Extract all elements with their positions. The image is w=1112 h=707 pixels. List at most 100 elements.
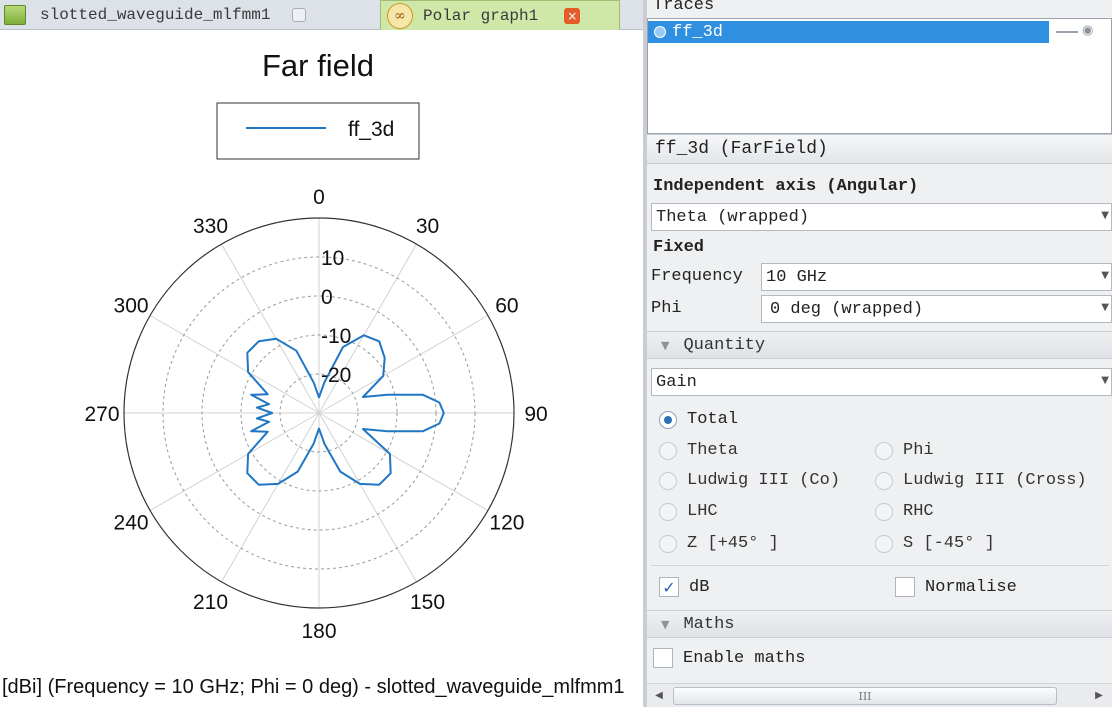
radio-indicator xyxy=(875,502,893,521)
horizontal-scrollbar[interactable]: ◀ III ▶ xyxy=(647,683,1112,707)
radio-ludwig-cross[interactable]: Ludwig III (Cross) xyxy=(875,471,1087,490)
radio-label: LHC xyxy=(687,502,718,521)
normalise-checkbox[interactable]: Normalise xyxy=(895,577,1017,597)
radial-tick-label: 10 xyxy=(321,247,344,270)
angle-gridline xyxy=(149,315,320,414)
angle-tick-label: 300 xyxy=(114,295,149,318)
radio-label: RHC xyxy=(903,502,934,521)
frequency-label: Frequency xyxy=(651,267,743,286)
angle-tick-label: 210 xyxy=(193,591,228,614)
radio-rhc[interactable]: RHC xyxy=(875,502,934,521)
angle-tick-label: 60 xyxy=(495,295,518,318)
radio-label: S [-45° ] xyxy=(903,534,995,553)
angle-gridline xyxy=(221,243,320,414)
legend: ff_3d xyxy=(216,102,420,160)
maths-header-label: Maths xyxy=(683,614,735,634)
angle-tick-label: 330 xyxy=(193,215,228,238)
graph-info-line: [dBi] (Frequency = 10 GHz; Phi = 0 deg) … xyxy=(2,676,625,698)
dropdown-arrow-icon: ▼ xyxy=(1101,302,1109,313)
close-tab-icon[interactable]: × xyxy=(564,7,581,24)
checkbox-box xyxy=(895,577,915,597)
tab-label: Polar graph1 xyxy=(423,6,539,25)
trace-name: ff_3d xyxy=(672,22,724,42)
independent-axis-label: Independent axis (Angular) xyxy=(653,177,919,196)
db-checkbox[interactable]: ✓ dB xyxy=(659,577,709,597)
radio-total[interactable]: Total xyxy=(659,410,738,429)
collapse-arrow-icon: ▼ xyxy=(661,617,670,631)
phi-label: Phi xyxy=(651,299,682,318)
quantity-value: Gain xyxy=(656,372,697,392)
tab-label: slotted_waveguide_mlfmm1 xyxy=(40,6,271,24)
phi-select[interactable]: 0 deg (wrapped) ▼ xyxy=(761,295,1112,323)
radio-z45[interactable]: Z [+45° ] xyxy=(659,534,779,553)
radio-label: Theta xyxy=(687,441,739,460)
traces-list: ff_3d ◉ xyxy=(647,18,1112,134)
trace-marker-icon xyxy=(654,26,666,38)
fixed-label: Fixed xyxy=(653,238,705,257)
visibility-eye-icon[interactable]: ◉ xyxy=(1082,23,1093,38)
radio-theta[interactable]: Theta xyxy=(659,441,738,460)
scroll-grip-icon: III xyxy=(858,689,872,703)
checkbox-label: Enable maths xyxy=(683,648,806,668)
angle-tick-label: 0 xyxy=(313,186,325,209)
close-tab-icon[interactable] xyxy=(292,8,307,22)
trace-line-style-icon xyxy=(1056,31,1078,33)
dropdown-arrow-icon: ▼ xyxy=(1101,375,1109,386)
angle-tick-label: 120 xyxy=(489,512,524,535)
radio-s45[interactable]: S [-45° ] xyxy=(875,534,995,553)
radial-tick-label: -20 xyxy=(321,364,351,387)
checkbox-box xyxy=(653,648,673,668)
divider xyxy=(651,565,1109,566)
radio-ludwig-co[interactable]: Ludwig III (Co) xyxy=(659,471,840,490)
radio-label: Phi xyxy=(903,441,934,460)
collapse-arrow-icon: ▼ xyxy=(661,338,670,352)
quantity-select[interactable]: Gain ▼ xyxy=(651,368,1112,396)
tab-slotted-waveguide[interactable]: slotted_waveguide_mlfmm1 xyxy=(0,0,378,30)
trace-section-title: ff_3d (FarField) xyxy=(647,134,1112,164)
angle-tick-label: 180 xyxy=(301,620,336,643)
radio-lhc[interactable]: LHC xyxy=(659,502,718,521)
radial-tick-label: -10 xyxy=(321,325,351,348)
angle-gridline xyxy=(149,412,320,511)
frequency-value: 10 GHz xyxy=(766,267,828,287)
polar-graph-canvas[interactable]: Far field ff_3d 0 30 60 90 120 150 180 210 240 27… xyxy=(0,30,643,707)
angle-gridline xyxy=(221,412,320,583)
radio-label: Ludwig III (Co) xyxy=(687,471,841,490)
document-tab-bar: slotted_waveguide_mlfmm1 ∞ Polar graph1 … xyxy=(0,0,643,30)
maths-section-header[interactable]: ▼ Maths xyxy=(647,610,1112,638)
phi-value: 0 deg (wrapped) xyxy=(770,299,924,319)
scroll-right-icon[interactable]: ▶ xyxy=(1091,687,1107,703)
radio-indicator xyxy=(659,471,677,490)
dropdown-arrow-icon: ▼ xyxy=(1101,210,1109,221)
checkbox-label: dB xyxy=(689,577,710,597)
radio-indicator xyxy=(659,410,677,429)
radio-label: Total xyxy=(687,410,739,429)
radio-indicator xyxy=(875,471,893,490)
quantity-section-header[interactable]: ▼ Quantity xyxy=(647,331,1112,359)
angle-gridline xyxy=(318,412,489,511)
frequency-select[interactable]: 10 GHz ▼ xyxy=(761,263,1112,291)
tab-polar-graph[interactable]: ∞ Polar graph1 × xyxy=(380,0,620,30)
radio-indicator xyxy=(659,534,677,553)
enable-maths-checkbox[interactable]: Enable maths xyxy=(653,648,805,668)
scroll-thumb[interactable]: III xyxy=(673,687,1057,705)
angle-gridline xyxy=(318,412,417,583)
independent-axis-value: Theta (wrapped) xyxy=(656,207,810,227)
quantity-header-label: Quantity xyxy=(683,335,766,355)
trace-item-ff-3d[interactable]: ff_3d xyxy=(648,21,1049,43)
angle-tick-label: 90 xyxy=(524,403,547,426)
checkbox-label: Normalise xyxy=(925,577,1017,597)
dropdown-arrow-icon: ▼ xyxy=(1101,270,1109,281)
radio-label: Ludwig III (Cross) xyxy=(903,471,1087,490)
angle-tick-label: 270 xyxy=(84,403,119,426)
trace-settings-panel: Traces ff_3d ◉ ff_3d (FarField) Independ… xyxy=(647,0,1112,707)
independent-axis-select[interactable]: Theta (wrapped) ▼ xyxy=(651,203,1112,231)
legend-label: ff_3d xyxy=(348,118,394,141)
radio-indicator xyxy=(659,441,677,460)
chart-title: Far field xyxy=(262,48,374,83)
model-document-icon xyxy=(4,5,26,25)
radio-phi[interactable]: Phi xyxy=(875,441,934,460)
angle-tick-label: 240 xyxy=(114,512,149,535)
scroll-left-icon[interactable]: ◀ xyxy=(651,687,667,703)
radio-indicator xyxy=(659,502,677,521)
